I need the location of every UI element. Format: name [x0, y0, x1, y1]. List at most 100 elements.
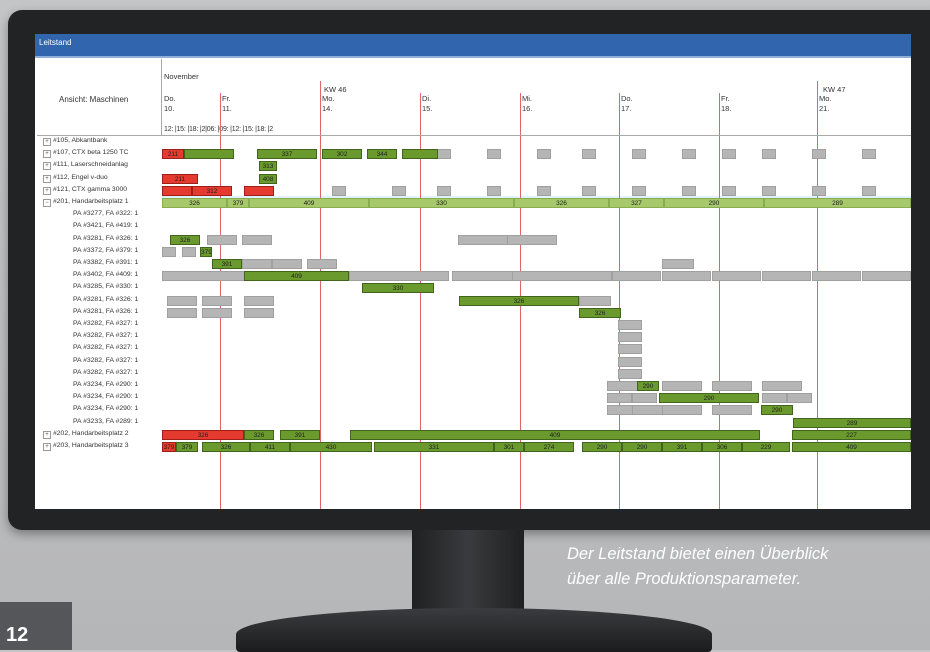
machine-row-label[interactable]: #105, Abkantbank	[53, 136, 159, 146]
machine-row-label[interactable]: #107, CTX beta 1250 TC	[53, 148, 159, 158]
gantt-bar[interactable]: 289	[764, 198, 911, 208]
gantt-bar[interactable]: 326	[162, 198, 227, 208]
gantt-bar[interactable]: 330	[369, 198, 514, 208]
gantt-bar[interactable]: 430	[290, 442, 372, 452]
gantt-bar[interactable]: 409	[244, 271, 349, 282]
gantt-bar[interactable]: 301	[494, 442, 524, 452]
expand-icon[interactable]: +	[43, 174, 51, 183]
day-divider	[719, 136, 720, 509]
idle-slot	[722, 185, 736, 196]
order-row-label[interactable]: PA #3234, FA #290: 1	[73, 404, 159, 414]
view-label[interactable]: Ansicht: Maschinen	[59, 95, 128, 104]
gantt-bar[interactable]: 211	[162, 173, 198, 184]
machine-row-label[interactable]: #111, Laserschneidanlag	[53, 160, 159, 170]
gantt-bar[interactable]: 312	[192, 185, 232, 196]
gantt-bar[interactable]: 391	[662, 442, 702, 452]
caption-line: Der Leitstand bietet einen Überblick	[567, 545, 829, 563]
order-row-label[interactable]: PA #3277, FA #322: 1	[73, 209, 159, 219]
order-row-label[interactable]: PA #3285, FA #330: 1	[73, 282, 159, 292]
order-row-label[interactable]: PA #3282, FA #327: 1	[73, 319, 159, 329]
gantt-bar[interactable]	[184, 149, 234, 160]
gantt-bar[interactable]: 326	[202, 442, 250, 452]
machine-row-label[interactable]: #201, Handarbeitsplatz 1	[53, 197, 159, 207]
gantt-bar[interactable]: 274	[524, 442, 574, 452]
gantt-bar[interactable]: 409	[792, 442, 911, 452]
gantt-bar[interactable]: 379	[200, 246, 212, 257]
gantt-bar[interactable]: 409	[249, 198, 369, 208]
machine-row-label[interactable]: #202, Handarbeitsplatz 2	[53, 429, 159, 439]
gantt-bar[interactable]	[162, 185, 192, 196]
gantt-bar[interactable]: 409	[350, 429, 760, 440]
order-row-label[interactable]: PA #3382, FA #391: 1	[73, 258, 159, 268]
gantt-bar[interactable]: 326	[579, 307, 621, 318]
gantt-bar[interactable]	[402, 149, 438, 160]
gantt-bar[interactable]: 326	[459, 295, 579, 306]
order-row-label[interactable]: PA #3281, FA #326: 1	[73, 295, 159, 305]
gantt-bar[interactable]: 411	[250, 442, 290, 452]
gantt-bar[interactable]: 331	[374, 442, 494, 452]
gantt-bar[interactable]: 408	[259, 173, 277, 184]
order-row-label[interactable]: PA #3282, FA #327: 1	[73, 331, 159, 341]
expand-icon[interactable]: +	[43, 430, 51, 439]
gantt-bar[interactable]: 326	[162, 429, 244, 440]
idle-slot	[632, 393, 657, 404]
order-row-label[interactable]: PA #3282, FA #327: 1	[73, 343, 159, 353]
order-row-label[interactable]: PA #3372, FA #379: 1	[73, 246, 159, 256]
gantt-bar[interactable]: 290	[664, 198, 764, 208]
order-row-label[interactable]: PA #3281, FA #326: 1	[73, 234, 159, 244]
gantt-bar[interactable]: 290	[582, 442, 622, 452]
order-row-label[interactable]: PA #3421, FA #419: 1	[73, 221, 159, 231]
gantt-bar[interactable]: 330	[362, 283, 434, 294]
expand-icon[interactable]: +	[43, 138, 51, 146]
gantt-bar[interactable]: 290	[622, 442, 662, 452]
idle-slot	[392, 185, 406, 196]
order-row-label[interactable]: PA #3233, FA #289: 1	[73, 417, 159, 427]
order-row-label[interactable]: PA #3282, FA #327: 1	[73, 368, 159, 378]
day-divider	[619, 93, 620, 135]
expand-icon[interactable]: +	[43, 150, 51, 159]
gantt-bar[interactable]: 326	[244, 429, 274, 440]
gantt-bar[interactable]: 302	[322, 149, 362, 160]
idle-slot	[512, 271, 612, 282]
gantt-bar[interactable]: 327	[609, 198, 664, 208]
expand-icon[interactable]: +	[43, 443, 51, 451]
gantt-bar[interactable]: 326	[170, 234, 200, 245]
gantt-bar[interactable]: 313	[259, 161, 277, 172]
order-row-label[interactable]: PA #3282, FA #327: 1	[73, 356, 159, 366]
date-label: 10.	[164, 104, 175, 113]
gantt-bar[interactable]: 326	[514, 198, 609, 208]
caption: Der Leitstand bietet einen Überblick übe…	[567, 542, 922, 592]
gantt-bar[interactable]: 211	[162, 149, 184, 160]
order-row-label[interactable]: PA #3234, FA #290: 1	[73, 392, 159, 402]
gantt-bar[interactable]: 379	[227, 198, 249, 208]
idle-slot	[618, 320, 642, 330]
collapse-icon[interactable]: −	[43, 199, 51, 207]
gantt-bar[interactable]: 290	[637, 381, 659, 391]
gantt-bar[interactable]: 391	[212, 259, 242, 269]
gantt-bar[interactable]: 290	[659, 393, 759, 404]
gantt-bar[interactable]: 229	[742, 442, 790, 452]
gantt-bar[interactable]: 344	[367, 149, 397, 160]
idle-slot	[207, 234, 237, 245]
date-label: 15.	[422, 104, 433, 113]
gantt-bar[interactable]: 290	[761, 405, 793, 416]
gantt-bar[interactable]: 306	[702, 442, 742, 452]
gantt-bar[interactable]: 391	[280, 429, 320, 440]
order-row-label[interactable]: PA #3402, FA #409: 1	[73, 270, 159, 280]
machine-row-label[interactable]: #112, Engel v-duo	[53, 173, 159, 183]
machine-row-label[interactable]: #121, CTX gamma 3000	[53, 185, 159, 195]
expand-icon[interactable]: +	[43, 186, 51, 195]
idle-slot	[507, 234, 557, 245]
gantt-bar[interactable]	[244, 185, 274, 196]
gantt-bar[interactable]: 289	[793, 417, 911, 428]
machine-row-label[interactable]: #203, Handarbeitsplatz 3	[53, 441, 159, 451]
gantt-bar[interactable]: 379	[162, 442, 176, 452]
expand-icon[interactable]: +	[43, 162, 51, 171]
idle-slot	[662, 271, 711, 282]
order-row-label[interactable]: PA #3281, FA #326: 1	[73, 307, 159, 317]
gantt-bar[interactable]: 337	[257, 149, 317, 160]
idle-slot	[632, 185, 646, 196]
gantt-bar[interactable]: 379	[176, 442, 198, 452]
order-row-label[interactable]: PA #3234, FA #290: 1	[73, 380, 159, 390]
gantt-bar[interactable]: 227	[792, 429, 911, 440]
